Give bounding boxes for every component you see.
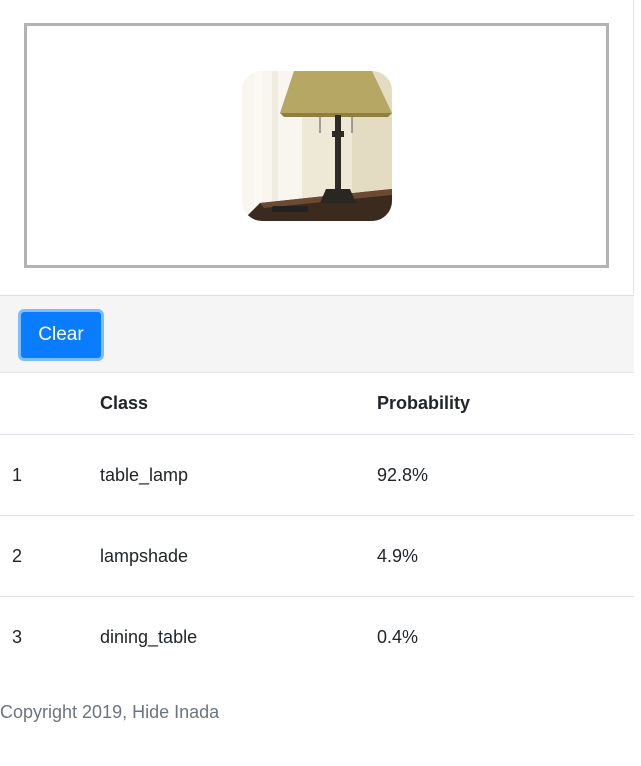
table-row: 3 dining_table 0.4% <box>0 597 634 678</box>
uploaded-image-preview <box>242 71 392 221</box>
rank-cell: 2 <box>0 515 100 597</box>
table-row: 2 lampshade 4.9% <box>0 515 634 597</box>
rank-column-header <box>0 373 100 435</box>
rank-cell: 1 <box>0 434 100 516</box>
class-cell: dining_table <box>100 626 198 647</box>
class-column-header: Class <box>100 373 377 435</box>
probability-cell: 0.4% <box>377 626 419 647</box>
probability-column-header: Probability <box>377 373 634 435</box>
class-cell: table_lamp <box>100 434 377 516</box>
probability-cell: 4.9% <box>377 515 634 597</box>
page: Clear Class Probability 1 table_lamp 92.… <box>0 0 641 766</box>
copyright-footer: Copyright 2019, Hide Inada <box>0 702 220 722</box>
prediction-results-table: Class Probability 1 table_lamp 92.8% 2 l… <box>0 373 634 677</box>
probability-cell: 92.8% <box>377 434 634 516</box>
class-cell: lampshade <box>100 515 377 597</box>
table-header-row: Class Probability <box>0 373 634 435</box>
image-drop-zone[interactable] <box>24 23 609 268</box>
action-toolbar: Clear <box>0 295 634 373</box>
clear-button[interactable]: Clear <box>18 309 104 361</box>
rank-cell: 3 <box>12 626 23 647</box>
image-upload-panel <box>0 0 634 294</box>
table-row: 1 table_lamp 92.8% <box>0 434 634 516</box>
